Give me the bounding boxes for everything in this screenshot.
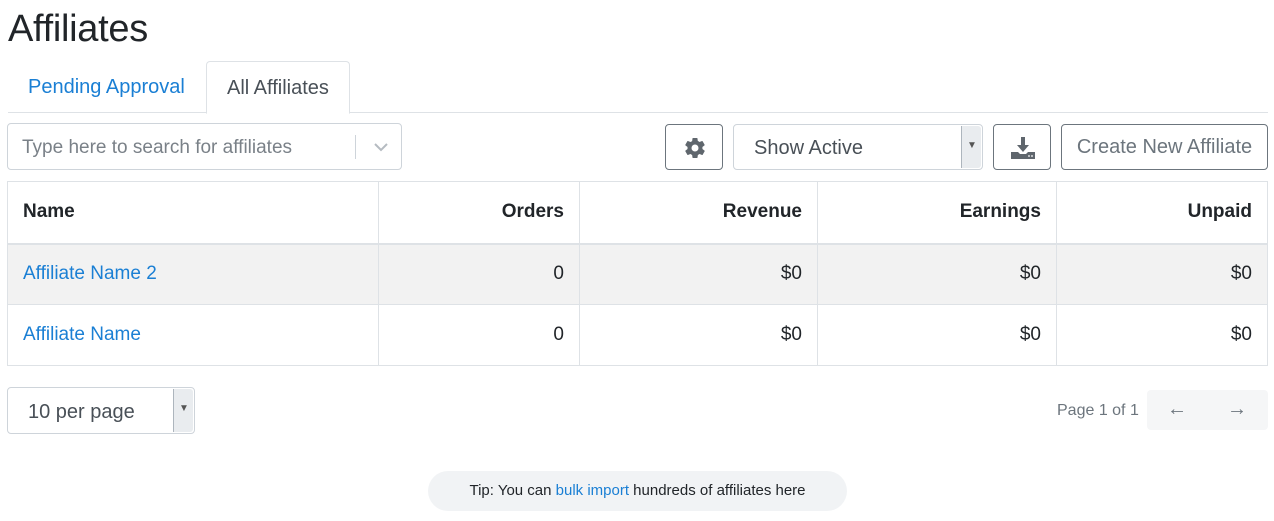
page-title: Affiliates <box>8 8 148 50</box>
earnings-cell: $0 <box>817 243 1057 305</box>
search-input[interactable]: Type here to search for affiliates <box>7 123 402 170</box>
tip-prefix: Tip: You can <box>469 482 556 499</box>
revenue-cell: $0 <box>579 243 818 305</box>
table-row: Affiliate Name 2 0 $0 $0 $0 <box>7 243 1268 305</box>
settings-button[interactable] <box>665 124 723 170</box>
column-header-orders[interactable]: Orders <box>378 181 580 245</box>
earnings-cell: $0 <box>817 304 1057 366</box>
table-header-row: Name Orders Revenue Earnings Unpaid <box>7 181 1268 245</box>
select-arrow-icon: ▼ <box>173 389 193 432</box>
column-header-unpaid[interactable]: Unpaid <box>1056 181 1268 245</box>
create-affiliate-button[interactable]: Create New Affiliate <box>1061 124 1268 170</box>
select-arrow-icon: ▼ <box>961 126 981 168</box>
unpaid-cell: $0 <box>1056 304 1268 366</box>
page-info: Page 1 of 1 <box>1057 402 1139 419</box>
per-page-select[interactable]: 10 per page ▼ <box>7 387 195 434</box>
tab-pending-approval[interactable]: Pending Approval <box>8 61 205 113</box>
table-row: Affiliate Name 0 $0 $0 $0 <box>7 304 1268 366</box>
next-page-button[interactable]: → <box>1222 398 1252 422</box>
gear-icon <box>685 138 705 159</box>
revenue-cell: $0 <box>579 304 818 366</box>
affiliate-name-link[interactable]: Affiliate Name <box>23 324 141 345</box>
search-placeholder: Type here to search for affiliates <box>22 137 293 158</box>
download-icon <box>1011 137 1035 159</box>
status-filter-select[interactable]: Show Active ▼ <box>733 124 983 170</box>
tab-all-affiliates[interactable]: All Affiliates <box>206 61 350 114</box>
pagination-controls: ← → <box>1147 390 1268 430</box>
tip-suffix: hundreds of affiliates here <box>629 482 806 499</box>
affiliate-name-link[interactable]: Affiliate Name 2 <box>23 263 157 284</box>
chevron-down-icon[interactable] <box>366 134 396 160</box>
status-filter-value: Show Active <box>754 137 863 159</box>
column-header-earnings[interactable]: Earnings <box>817 181 1057 245</box>
prev-page-button[interactable]: ← <box>1162 398 1192 422</box>
orders-cell: 0 <box>378 243 580 305</box>
search-divider <box>355 135 356 159</box>
bulk-import-link[interactable]: bulk import <box>556 482 629 499</box>
affiliate-tabs: Pending Approval All Affiliates <box>8 61 1268 114</box>
affiliates-table: Name Orders Revenue Earnings Unpaid Affi… <box>7 181 1268 366</box>
orders-cell: 0 <box>378 304 580 366</box>
per-page-value: 10 per page <box>28 401 135 423</box>
column-header-revenue[interactable]: Revenue <box>579 181 818 245</box>
column-header-name[interactable]: Name <box>7 181 379 245</box>
export-button[interactable] <box>993 124 1051 170</box>
unpaid-cell: $0 <box>1056 243 1268 305</box>
bulk-import-tip: Tip: You can bulk import hundreds of aff… <box>428 471 847 511</box>
